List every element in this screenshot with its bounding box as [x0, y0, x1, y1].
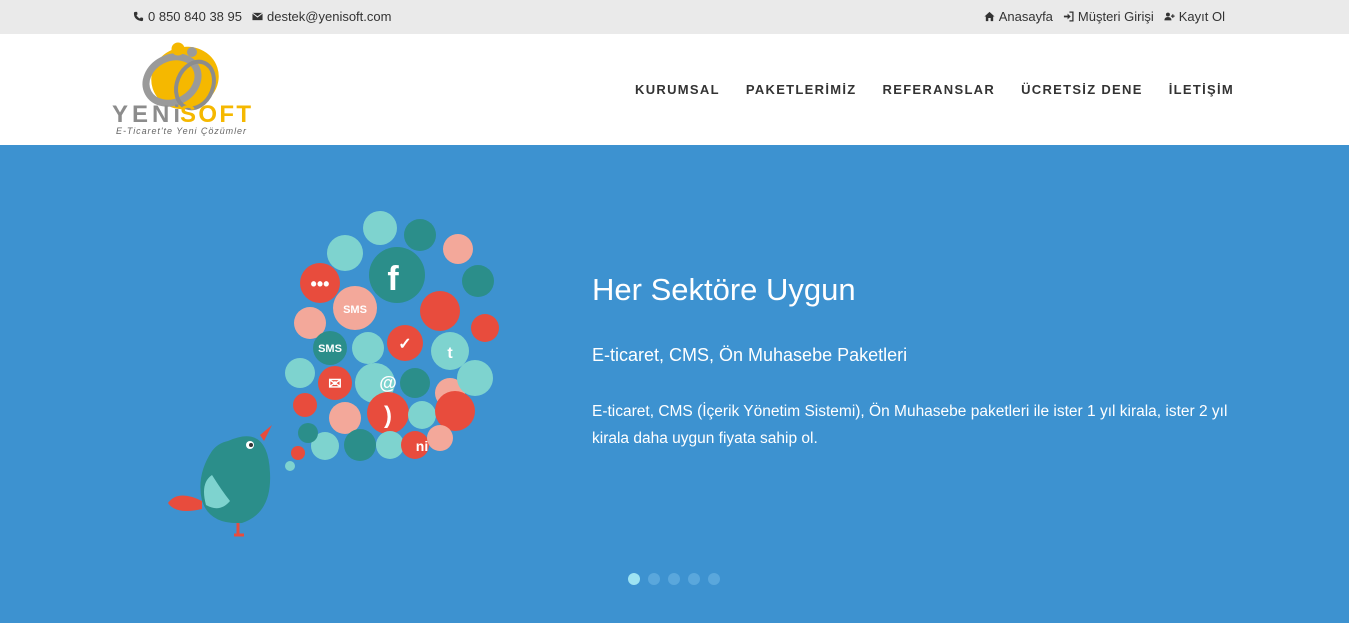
- svg-text:): ): [384, 402, 392, 429]
- svg-text:@: @: [379, 373, 397, 393]
- hero-subtitle: E-ticaret, CMS, Ön Muhasebe Paketleri: [592, 345, 908, 365]
- user-plus-icon: [1164, 12, 1175, 21]
- top-bar: 0 850 840 38 95 destek@yenisoft.com Anas…: [0, 0, 1349, 34]
- slider-dot-3[interactable]: [668, 573, 680, 585]
- email-address: destek@yenisoft.com: [266, 9, 392, 24]
- svg-text:ni: ni: [416, 438, 428, 454]
- svg-text:✓: ✓: [398, 336, 411, 353]
- register-label: Kayıt Ol: [1178, 9, 1225, 24]
- email-link[interactable]: destek@yenisoft.com: [252, 9, 391, 24]
- svg-text:f: f: [387, 260, 399, 298]
- nav-iletisim[interactable]: İLETİŞİM: [1169, 82, 1234, 97]
- social-media-bird-illustration: f SMS SMS ••• ) @ ✉ ✓ t ni: [168, 211, 499, 537]
- nav-referanslar[interactable]: REFERANSLAR: [883, 82, 996, 97]
- phone-number: 0 850 840 38 95: [148, 9, 242, 24]
- home-link-label: Anasayfa: [998, 9, 1053, 24]
- yenisoft-logo[interactable]: YENi SOFT E-Ticaret'te Yeni Çözümler: [110, 40, 255, 140]
- main-nav: KURUMSAL PAKETLERİMİZ REFERANSLAR ÜCRETS…: [635, 82, 1234, 97]
- register-link[interactable]: Kayıt Ol: [1164, 9, 1225, 24]
- svg-text:✉: ✉: [328, 376, 341, 393]
- customer-login-label: Müşteri Girişi: [1077, 9, 1154, 24]
- home-icon: [984, 11, 995, 22]
- home-link[interactable]: Anasayfa: [984, 9, 1053, 24]
- slider-dot-2[interactable]: [648, 573, 660, 585]
- phone-link[interactable]: 0 850 840 38 95: [133, 9, 242, 24]
- hero-description: E-ticaret, CMS (İçerik Yönetim Sistemi),…: [592, 403, 1228, 447]
- envelope-icon: [252, 12, 263, 21]
- slider-dot-4[interactable]: [688, 573, 700, 585]
- slider-dots: [628, 573, 720, 585]
- hero-title: Her Sektöre Uygun: [592, 272, 856, 307]
- slider-dot-1[interactable]: [628, 573, 640, 585]
- hero-slider: f SMS SMS ••• ) @ ✉ ✓ t ni Her Sektöre U…: [0, 145, 1349, 623]
- svg-text:•••: •••: [311, 274, 330, 294]
- account-links: Anasayfa Müşteri Girişi Kayıt Ol: [984, 9, 1225, 24]
- svg-text:SOFT: SOFT: [180, 101, 251, 128]
- nav-kurumsal[interactable]: KURUMSAL: [635, 82, 720, 97]
- svg-text:SMS: SMS: [343, 304, 367, 316]
- customer-login-link[interactable]: Müşteri Girişi: [1063, 9, 1154, 24]
- nav-paketlerimiz[interactable]: PAKETLERİMİZ: [746, 82, 857, 97]
- svg-text:t: t: [447, 345, 453, 362]
- site-header: YENi SOFT E-Ticaret'te Yeni Çözümler KUR…: [0, 34, 1349, 145]
- phone-icon: [133, 11, 144, 22]
- svg-text:SMS: SMS: [318, 343, 342, 355]
- slider-dot-5[interactable]: [708, 573, 720, 585]
- contact-info: 0 850 840 38 95 destek@yenisoft.com: [133, 9, 391, 24]
- nav-ucretsiz-dene[interactable]: ÜCRETSİZ DENE: [1021, 82, 1143, 97]
- sign-in-icon: [1063, 11, 1074, 22]
- svg-text:E-Ticaret'te Yeni Çözümler: E-Ticaret'te Yeni Çözümler: [116, 126, 247, 136]
